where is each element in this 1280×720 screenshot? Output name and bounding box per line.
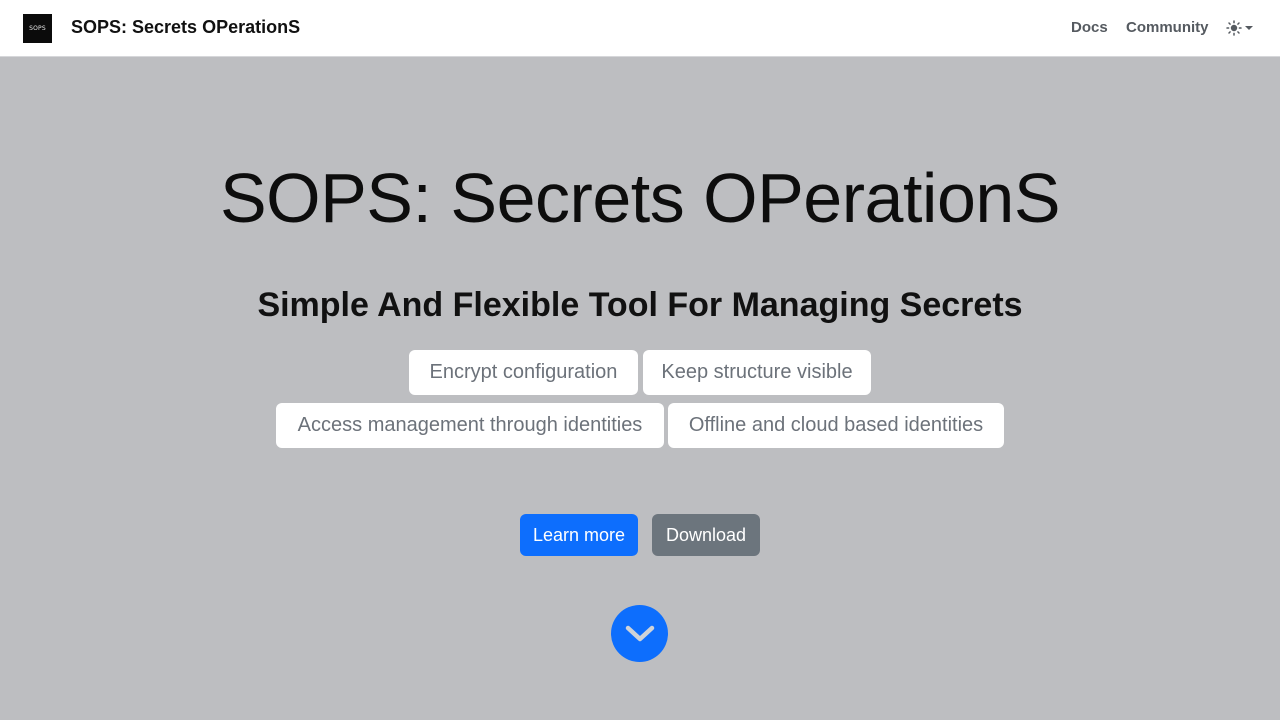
download-button[interactable]: Download bbox=[652, 514, 760, 556]
feature-chip-identities: Offline and cloud based identities bbox=[668, 403, 1004, 448]
chevron-down-icon bbox=[625, 625, 654, 641]
hero-subtitle: Simple And Flexible Tool For Managing Se… bbox=[257, 286, 1023, 324]
brand-title[interactable]: SOPS: Secrets OPerationS bbox=[71, 17, 300, 38]
feature-chip-access: Access management through identities bbox=[276, 403, 664, 448]
scroll-down-button[interactable] bbox=[611, 605, 668, 662]
hero-title: SOPS: Secrets OPerationS bbox=[219, 159, 1061, 237]
sun-icon bbox=[1226, 20, 1242, 36]
nav-link-docs[interactable]: Docs bbox=[1071, 19, 1108, 36]
nav-link-community[interactable]: Community bbox=[1126, 19, 1209, 36]
learn-more-button[interactable]: Learn more bbox=[520, 514, 638, 556]
caret-down-icon bbox=[1245, 26, 1253, 30]
top-navbar: SOPS SOPS: Secrets OPerationS Docs Commu… bbox=[0, 0, 1280, 57]
theme-toggle[interactable] bbox=[1226, 18, 1256, 38]
feature-chip-structure: Keep structure visible bbox=[643, 350, 871, 395]
brand-logo[interactable]: SOPS bbox=[23, 14, 52, 43]
feature-chip-encrypt: Encrypt configuration bbox=[409, 350, 638, 395]
